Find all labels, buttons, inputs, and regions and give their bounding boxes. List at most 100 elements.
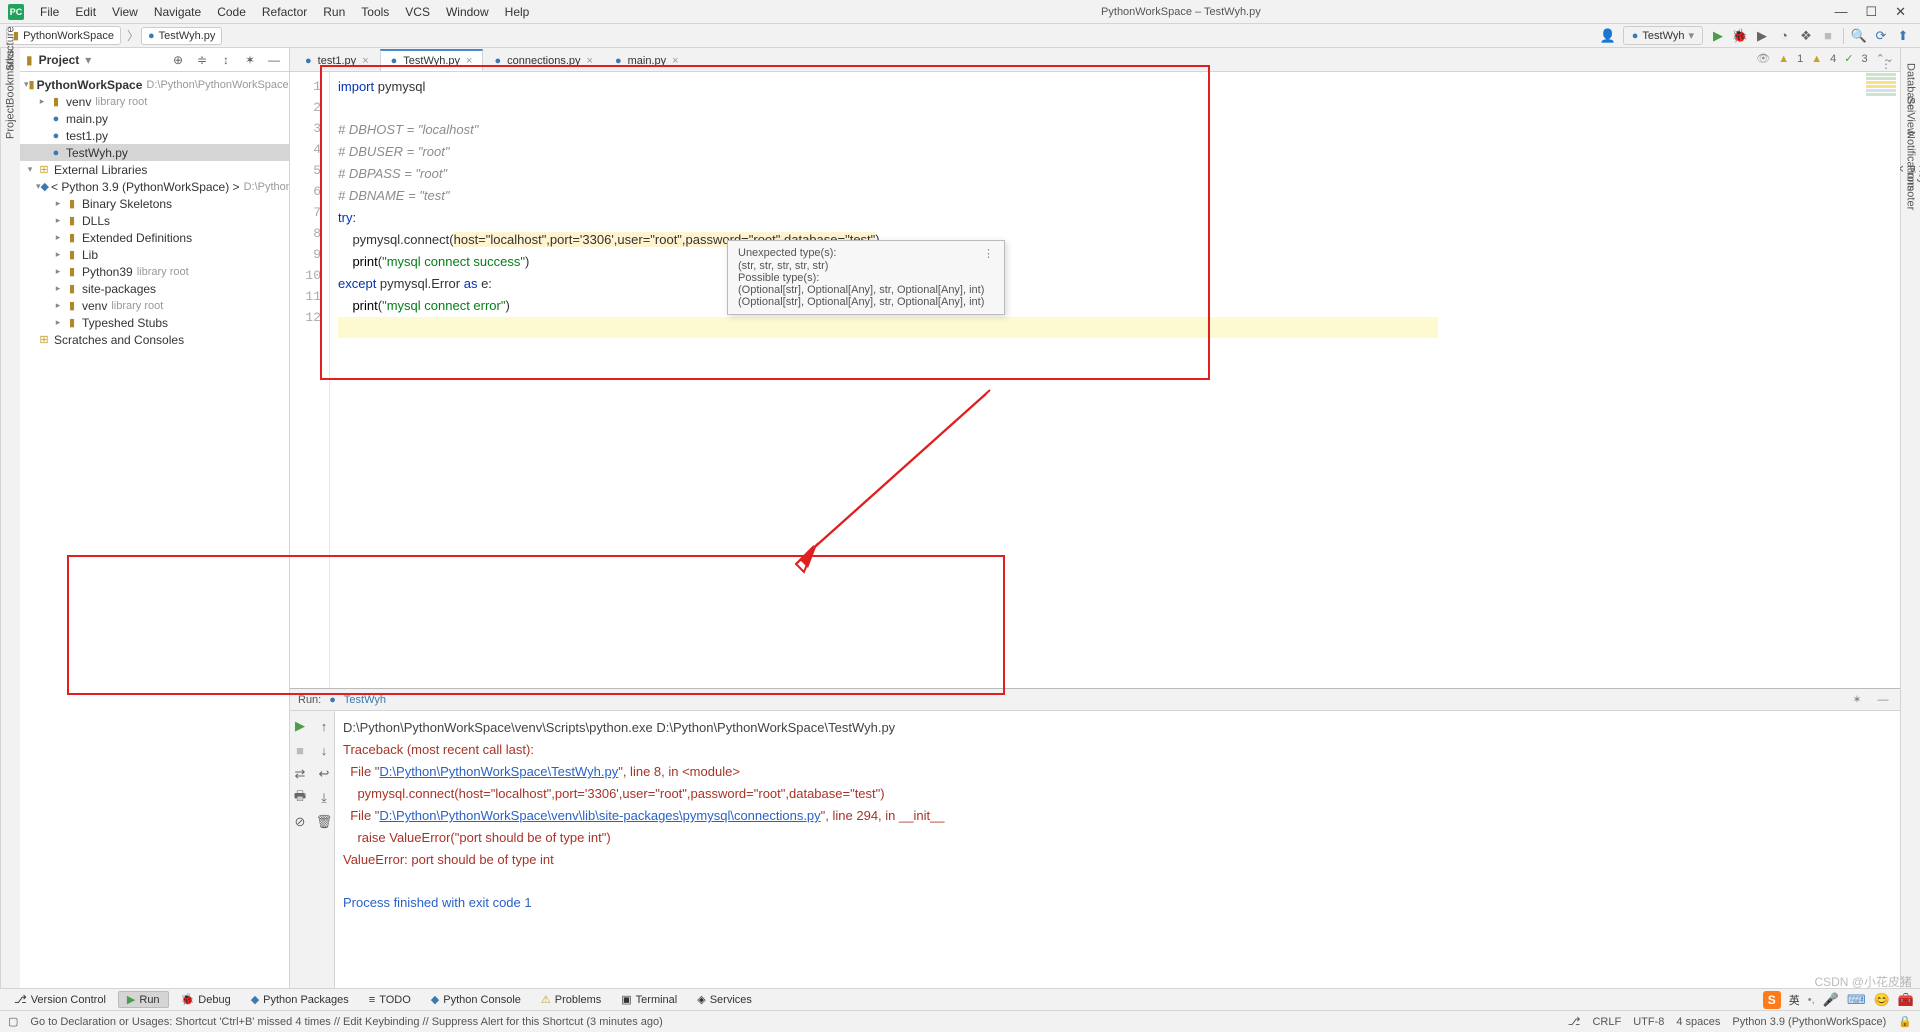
tool-debug[interactable]: 🐞Debug	[173, 993, 239, 1006]
layout-icon[interactable]: ⇄	[289, 763, 311, 785]
stop-icon[interactable]: ■	[1817, 25, 1839, 47]
print-icon[interactable]: 🖶	[289, 787, 311, 809]
tab-testwyh[interactable]: ●TestWyh.py×	[380, 49, 484, 71]
more-icon[interactable]: ⋮	[983, 247, 994, 260]
tool-packages[interactable]: ◆Python Packages	[243, 993, 357, 1006]
menu-tools[interactable]: Tools	[353, 5, 397, 19]
profile-icon[interactable]: ◔	[1773, 25, 1795, 47]
gear-icon[interactable]: ✶	[241, 53, 259, 67]
tool-icon[interactable]: ▢	[8, 1015, 18, 1028]
tree-venv2[interactable]: ▸▮venvlibrary root	[20, 297, 289, 314]
menu-view[interactable]: View	[104, 5, 146, 19]
hide-icon[interactable]: —	[265, 53, 283, 67]
tool-notifications[interactable]: Notifications	[1901, 124, 1920, 146]
menu-help[interactable]: Help	[497, 5, 538, 19]
tree-typeshed[interactable]: ▸▮Typeshed Stubs	[20, 314, 289, 331]
tool-pyconsole[interactable]: ◆Python Console	[423, 993, 529, 1006]
gear-icon[interactable]: ✶	[1848, 693, 1866, 706]
rerun-icon[interactable]: ▶	[289, 715, 311, 737]
close-tab-icon[interactable]: ×	[587, 55, 593, 67]
tree-scratches[interactable]: ⊞Scratches and Consoles	[20, 331, 289, 348]
close-tab-icon[interactable]: ×	[362, 55, 368, 67]
tool-run[interactable]: ▶Run	[118, 991, 169, 1008]
debug-icon[interactable]: 🐞	[1729, 25, 1751, 47]
lock-icon[interactable]: 🔒	[1898, 1015, 1912, 1028]
tree-sdk[interactable]: ▾◆< Python 3.9 (PythonWorkSpace) >D:\Pyt…	[20, 178, 289, 195]
emoji-icon[interactable]: 😊	[1874, 992, 1890, 1008]
tree-site-packages[interactable]: ▸▮site-packages	[20, 280, 289, 297]
chevron-up-down-icon[interactable]: ⌃⌄	[1876, 52, 1894, 65]
tree-dlls[interactable]: ▸▮DLLs	[20, 212, 289, 229]
maximize-icon[interactable]: ☐	[1865, 4, 1877, 20]
tab-connections[interactable]: ●connections.py×	[483, 49, 603, 71]
mic-icon[interactable]: 🎤	[1823, 992, 1839, 1008]
tool-problems[interactable]: ⚠Problems	[533, 993, 609, 1006]
toolbox-icon[interactable]: 🧰	[1898, 992, 1914, 1008]
tool-services[interactable]: ◈Services	[689, 993, 760, 1006]
expand-icon[interactable]: ↕	[217, 53, 235, 67]
chevron-down-icon[interactable]: ▾	[85, 53, 91, 67]
menu-navigate[interactable]: Navigate	[146, 5, 209, 19]
tool-todo[interactable]: ≡TODO	[361, 994, 419, 1006]
run-config-selector[interactable]: ● TestWyh ▾	[1623, 26, 1703, 45]
close-icon[interactable]: ⊘	[289, 811, 311, 833]
concurrency-icon[interactable]: ❖	[1795, 25, 1817, 47]
tree-lib[interactable]: ▸▮Lib	[20, 246, 289, 263]
ide-update-icon[interactable]: ⬆	[1892, 25, 1914, 47]
menu-refactor[interactable]: Refactor	[254, 5, 315, 19]
scroll-icon[interactable]: ⤓	[313, 787, 335, 809]
menu-window[interactable]: Window	[438, 5, 497, 19]
tool-terminal[interactable]: ▣Terminal	[613, 993, 685, 1006]
close-tab-icon[interactable]: ×	[466, 55, 472, 67]
close-tab-icon[interactable]: ×	[672, 55, 678, 67]
tool-bookmarks[interactable]: Bookmarks	[2, 90, 20, 112]
run-icon[interactable]: ▶	[1707, 25, 1729, 47]
keyboard-icon[interactable]: ⌨	[1847, 992, 1866, 1008]
inspection-widget[interactable]: 👁 ▲1 ▲4 ✓3 ⌃⌄	[1756, 52, 1894, 65]
tool-database[interactable]: Database	[1901, 56, 1920, 78]
tab-main[interactable]: ●main.py×	[604, 49, 690, 71]
hide-icon[interactable]: —	[1874, 694, 1892, 706]
interpreter[interactable]: Python 3.9 (PythonWorkSpace)	[1732, 1016, 1886, 1028]
tool-sciview[interactable]: SciView	[1901, 90, 1920, 112]
tree-file-testwyh[interactable]: ●TestWyh.py	[20, 144, 289, 161]
traceback-link[interactable]: D:\Python\PythonWorkSpace\venv\lib\site-…	[379, 808, 820, 823]
console-output[interactable]: D:\Python\PythonWorkSpace\venv\Scripts\p…	[335, 711, 1900, 988]
code-content[interactable]: import pymysql # DBHOST = "localhost" # …	[330, 72, 1900, 688]
tool-keypromoter[interactable]: Key Promoter X	[1901, 158, 1920, 180]
menu-file[interactable]: File	[32, 5, 67, 19]
tree-file-main[interactable]: ●main.py	[20, 110, 289, 127]
tool-vcs[interactable]: ⎇Version Control	[6, 993, 114, 1006]
breadcrumb-project[interactable]: ▮ PythonWorkSpace	[6, 26, 121, 45]
trash-icon[interactable]: 🗑	[313, 811, 335, 833]
collapse-icon[interactable]: ≑	[193, 53, 211, 67]
traceback-link[interactable]: D:\Python\PythonWorkSpace\TestWyh.py	[379, 764, 618, 779]
tree-external-libs[interactable]: ▾⊞External Libraries	[20, 161, 289, 178]
line-separator[interactable]: CRLF	[1592, 1016, 1621, 1028]
status-message[interactable]: Go to Declaration or Usages: Shortcut 'C…	[30, 1016, 1555, 1028]
tool-structure[interactable]: Structure	[2, 56, 20, 78]
menu-run[interactable]: Run	[315, 5, 353, 19]
search-icon[interactable]: 🔍	[1848, 25, 1870, 47]
indent[interactable]: 4 spaces	[1676, 1016, 1720, 1028]
down-icon[interactable]: ↓	[313, 739, 335, 761]
breadcrumb-file[interactable]: ● TestWyh.py	[141, 27, 222, 45]
tree-file-test1[interactable]: ●test1.py	[20, 127, 289, 144]
ime-toolbar[interactable]: S 英 •, 🎤 ⌨ 😊 🧰	[1763, 991, 1914, 1009]
tree-binary-skeletons[interactable]: ▸▮Binary Skeletons	[20, 195, 289, 212]
git-branch-icon[interactable]: ⎇	[1568, 1015, 1581, 1028]
tab-test1[interactable]: ●test1.py×	[294, 49, 380, 71]
tree-venv[interactable]: ▸▮venvlibrary root	[20, 93, 289, 110]
stop-icon[interactable]: ■	[289, 739, 311, 761]
user-icon[interactable]: 👤	[1597, 25, 1619, 47]
tree-python39[interactable]: ▸▮Python39library root	[20, 263, 289, 280]
menu-code[interactable]: Code	[209, 5, 254, 19]
tree-root[interactable]: ▾▮PythonWorkSpaceD:\Python\PythonWorkSpa…	[20, 76, 289, 93]
target-icon[interactable]: ⊕	[169, 53, 187, 67]
tree-extended-defs[interactable]: ▸▮Extended Definitions	[20, 229, 289, 246]
sync-icon[interactable]: ⟳	[1870, 25, 1892, 47]
menu-vcs[interactable]: VCS	[397, 5, 438, 19]
close-icon[interactable]: ✕	[1895, 4, 1906, 20]
up-icon[interactable]: ↑	[313, 715, 335, 737]
menu-edit[interactable]: Edit	[67, 5, 104, 19]
